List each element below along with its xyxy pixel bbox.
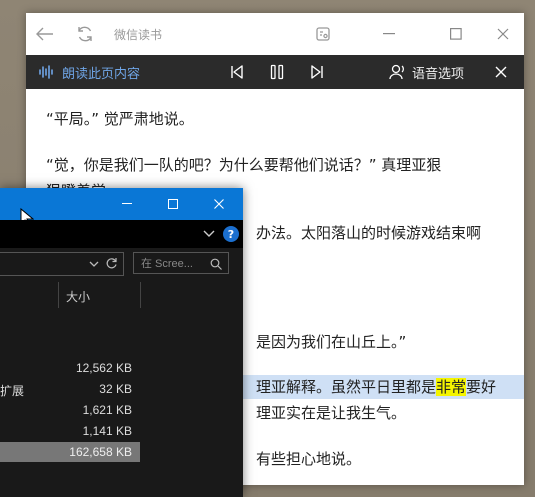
close-icon [214,199,224,209]
file-explorer-window: ? 在 Scree... 大小 12,562 KB 扩展 32 KB 1,621… [0,188,243,497]
reader-titlebar: 微信读书 [26,13,524,55]
file-size: 12,562 KB [75,361,132,375]
address-bar[interactable] [0,252,124,276]
column-divider[interactable] [58,282,59,308]
file-row[interactable]: 扩展 32 KB [0,379,140,399]
current-word-highlight: 非常 [436,378,467,396]
paragraph: “平局。” 觉严肃地说。 [46,110,194,128]
column-divider[interactable] [140,282,141,308]
explorer-maximize-button[interactable] [150,188,196,220]
skip-next-icon [311,65,323,79]
paragraph: 有些担心地说。 [256,450,362,468]
search-placeholder: 在 Scree... [141,258,193,270]
voice-person-icon [389,64,404,80]
close-button[interactable] [486,13,520,55]
paragraph: 是因为我们在山丘上。” [256,333,407,351]
paragraph: 理亚实在是让我生气。 [256,404,407,422]
chevron-down-icon[interactable] [89,260,99,268]
maximize-icon [168,199,178,209]
file-size: 162,658 KB [69,445,132,459]
explorer-minimize-button[interactable] [104,188,150,220]
refresh-button[interactable] [68,13,102,55]
search-input[interactable]: 在 Scree... [133,252,229,274]
chevron-down-icon[interactable] [203,229,215,239]
voice-options-label: 语音选项 [412,66,465,82]
minimize-button[interactable] [372,13,406,55]
file-size: 32 KB [99,382,132,396]
search-icon [210,258,222,270]
audio-wave-icon [39,65,53,79]
paragraph: 办法。太阳落山的时候游戏结束啊 [256,224,482,242]
explorer-ribbon: ? [0,220,243,248]
reader-mode-button[interactable] [306,13,340,55]
pause-button[interactable] [263,55,291,89]
address-row: 在 Scree... [0,248,243,278]
refresh-icon[interactable] [105,257,118,270]
file-size: 1,621 KB [82,403,132,417]
highlighted-paragraph: 理亚解释。虽然平日里都是非常要好 [256,374,524,400]
maximize-icon [450,28,462,40]
pause-icon [270,64,284,80]
close-read-aloud-button[interactable] [488,55,514,89]
close-icon [497,28,509,40]
skip-previous-icon [231,65,243,79]
highlighted-text: 要好 [466,378,497,396]
back-arrow-icon [36,27,53,41]
close-icon [495,66,507,78]
help-icon[interactable]: ? [222,225,240,243]
previous-button[interactable] [223,55,251,89]
highlighted-text: 理亚解释。虽然平日里都是 [256,378,437,396]
svg-text:?: ? [228,228,234,241]
file-name: 扩展 [0,384,25,398]
minimize-icon [383,33,395,35]
app-title: 微信读书 [114,28,163,42]
maximize-button[interactable] [439,13,473,55]
voice-options-button[interactable]: 语音选项 [388,55,464,89]
column-size-header[interactable]: 大小 [66,288,90,305]
back-button[interactable] [28,13,62,55]
file-row[interactable]: 12,562 KB [0,358,140,378]
explorer-close-button[interactable] [196,188,242,220]
reader-mode-icon [316,27,330,41]
read-aloud-label: 朗读此页内容 [62,66,141,82]
refresh-icon [78,26,92,42]
next-button[interactable] [303,55,331,89]
read-aloud-toolbar: 朗读此页内容 语音选项 [26,55,524,89]
file-row[interactable]: 1,621 KB [0,400,140,420]
paragraph: “觉，你是我们一队的吧？为什么要帮他们说话？” 真理亚狠 [46,156,442,174]
explorer-titlebar[interactable] [0,188,243,228]
column-header-row: 大小 [0,282,243,310]
minimize-icon [122,203,132,204]
file-row[interactable]: 1,141 KB [0,421,140,441]
read-aloud-label-group: 朗读此页内容 [38,55,140,89]
file-row-selected[interactable]: 162,658 KB [0,442,140,462]
file-size: 1,141 KB [82,424,132,438]
